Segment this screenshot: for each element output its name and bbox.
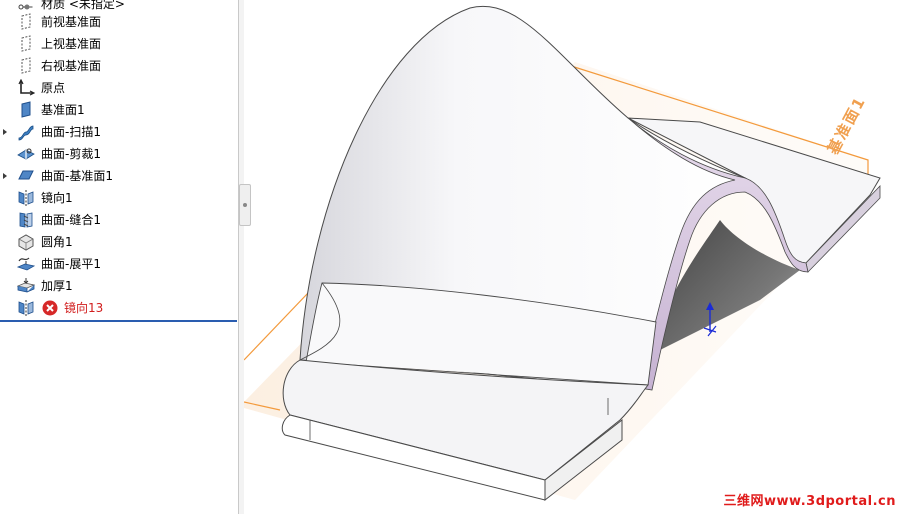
expand-arrow-icon[interactable] [1,165,9,187]
plane-icon [17,35,35,53]
tree-item-label: 原点 [41,81,66,95]
mirror-icon [17,189,35,207]
feature-manager-tree: 材质 <未指定> 前视基准面 上视基准面 右视基准面 原点 基准面1 曲面-扫描… [0,0,239,514]
planar-surface-icon [17,167,35,185]
plane-icon [17,13,35,31]
tree-item-label: 镜向13 [64,301,104,315]
tree-item-label: 曲面-扫描1 [41,125,101,139]
tree-item-label: 曲面-剪裁1 [41,147,101,161]
tree-item-top-plane[interactable]: 上视基准面 [0,33,236,55]
surface-trim-icon [17,145,35,163]
graphics-viewport[interactable] [244,0,916,514]
tree-item-label: 曲面-基准面1 [41,169,113,183]
tree-item-surface-trim1[interactable]: 曲面-剪裁1 [0,143,236,165]
tree-item-right-plane[interactable]: 右视基准面 [0,55,236,77]
surface-sweep-icon [17,123,35,141]
mirror-icon [17,299,35,317]
tree-item-label: 右视基准面 [41,59,102,73]
tree-item-origin[interactable]: 原点 [0,77,236,99]
fillet-icon [17,233,35,251]
flatten-icon [17,255,35,273]
tree-item-front-plane[interactable]: 前视基准面 [0,11,236,33]
tree-item-label: 上视基准面 [41,37,102,51]
tree-item-label: 曲面-缝合1 [41,213,101,227]
error-icon [42,300,58,316]
tree-item-label: 曲面-展平1 [41,257,101,271]
plane-solid-icon [17,101,35,119]
expand-arrow-icon[interactable] [1,121,9,143]
tree-item-thicken1[interactable]: 加厚1 [0,275,236,297]
tree-item-mirror1[interactable]: 镜向1 [0,187,236,209]
tree-item-fillet1[interactable]: 圆角1 [0,231,236,253]
plane-icon [17,57,35,75]
tree-item-label: 基准面1 [41,103,85,117]
tree-item-planar-surface1[interactable]: 曲面-基准面1 [0,165,236,187]
thicken-icon [17,277,35,295]
tree-item-label: 加厚1 [41,279,73,293]
watermark: 三维网www.3dportal.cn [723,494,896,509]
tree-item-flatten1[interactable]: 曲面-展平1 [0,253,236,275]
tree-item-label: 前视基准面 [41,15,102,29]
knit-icon [17,211,35,229]
origin-icon [17,79,35,97]
model-view [244,5,881,502]
tree-item-label: 圆角1 [41,235,73,249]
tree-item-plane1[interactable]: 基准面1 [0,99,236,121]
tree-item-label: 镜向1 [41,191,73,205]
tree-item-mirror13-error[interactable]: 镜向13 [0,297,236,319]
tree-item-knit1[interactable]: 曲面-缝合1 [0,209,236,231]
tree-item-surface-sweep1[interactable]: 曲面-扫描1 [0,121,236,143]
rollback-bar[interactable] [0,320,237,322]
